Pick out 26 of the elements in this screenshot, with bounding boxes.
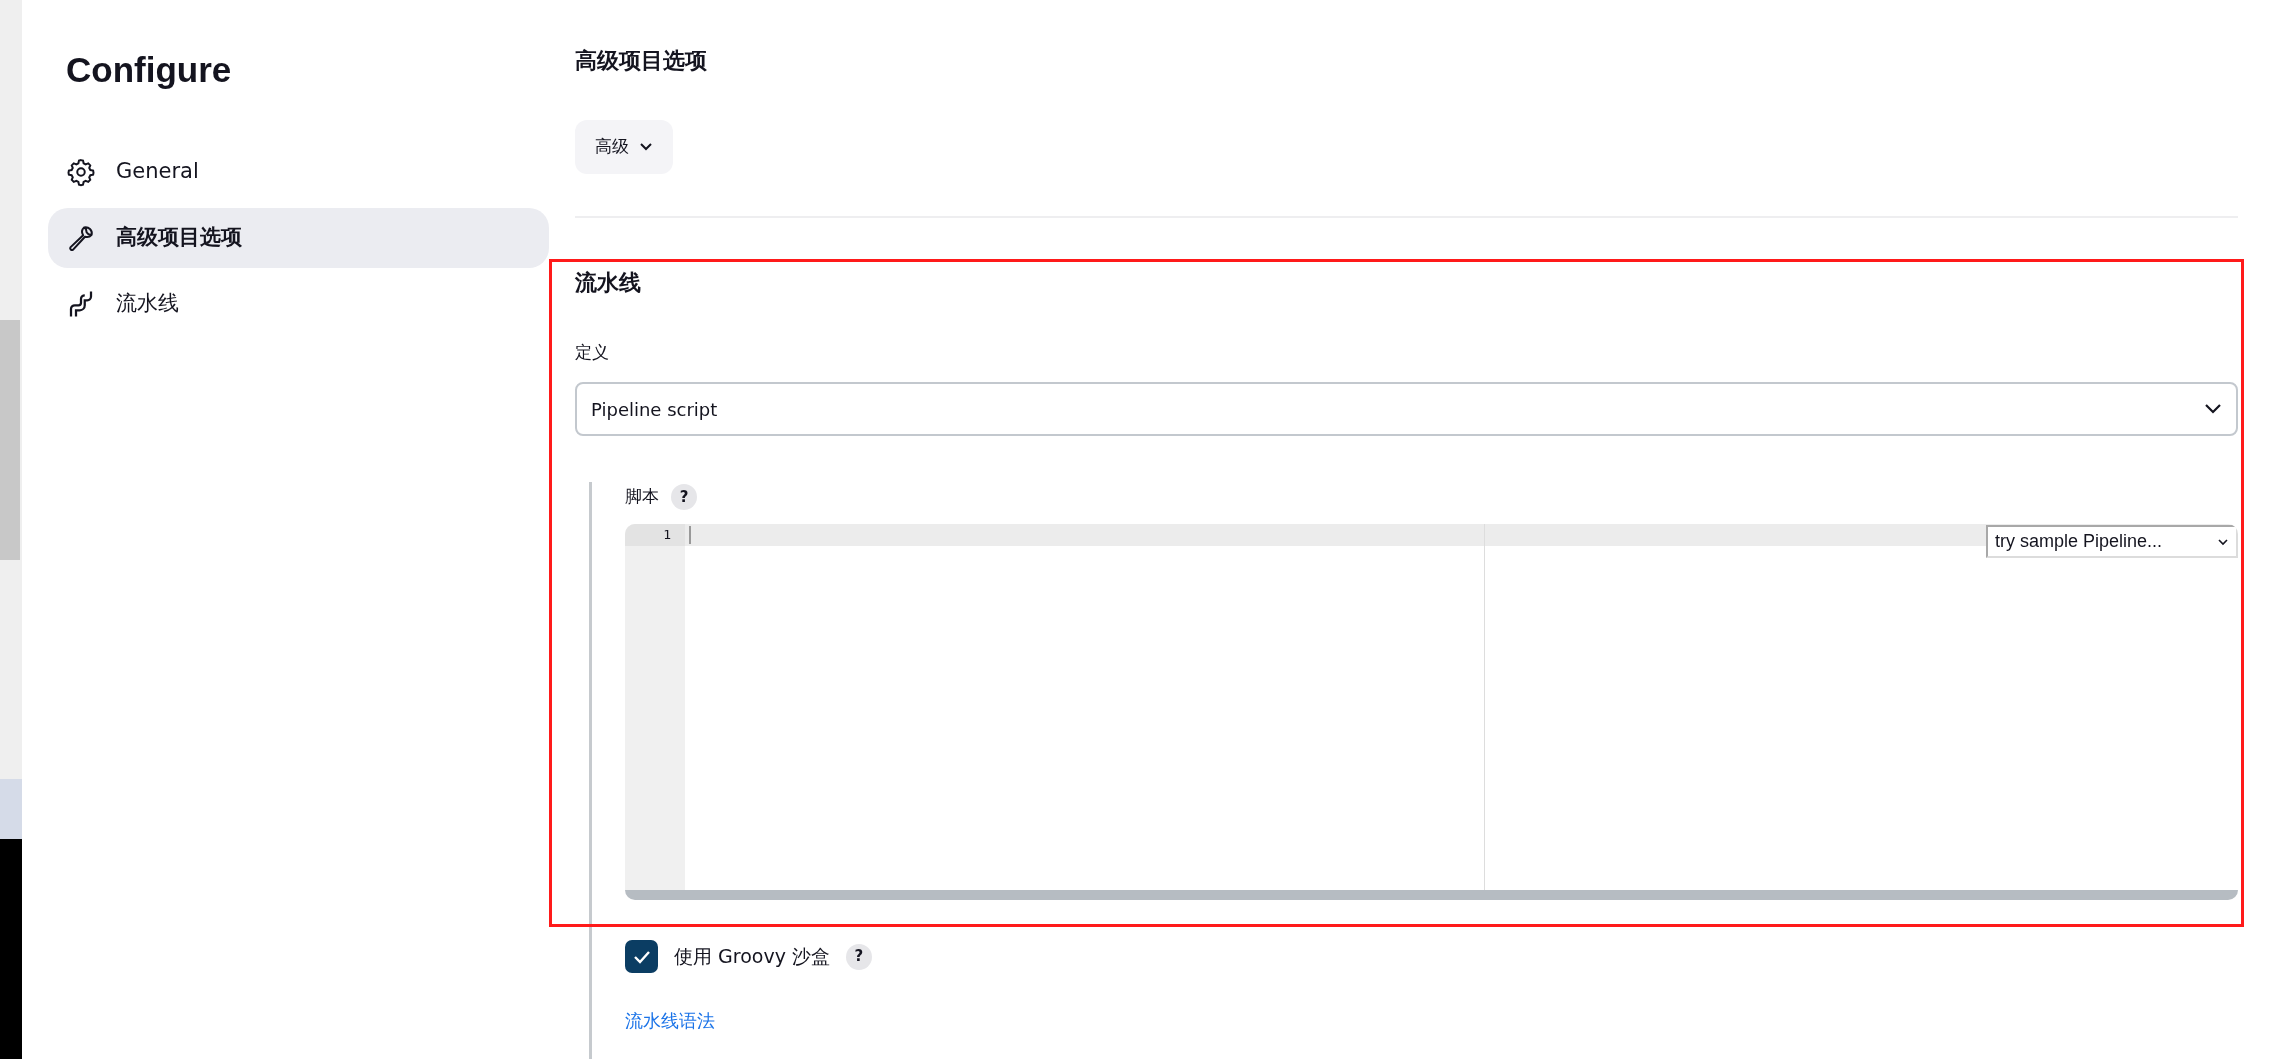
field-label: 定义 [575, 341, 610, 364]
checkbox-label: 使用 Groovy 沙盒 [674, 944, 830, 970]
field-label: 脚本 [625, 485, 659, 509]
advanced-button[interactable]: 高级 [575, 120, 673, 174]
chevron-down-icon [2204, 403, 2222, 415]
help-icon[interactable]: ? [845, 943, 872, 970]
scrollbar-thumb[interactable] [0, 320, 20, 560]
wrench-icon [66, 223, 96, 253]
definition-select[interactable]: Pipeline script [575, 382, 2238, 436]
line-number: 1 [625, 524, 685, 546]
sidebar-item[interactable]: General [48, 142, 549, 202]
syntax-link[interactable]: 流水线语法 [625, 1007, 715, 1034]
chevron-down-icon [639, 142, 653, 152]
sample-dropdown[interactable]: try sample Pipeline... [1986, 525, 2238, 558]
code-editor[interactable]: 1 try sample Pipeline... [625, 524, 2238, 900]
checkbox[interactable] [625, 940, 658, 973]
sidebar-item[interactable]: 高级项目选项 [48, 208, 549, 268]
chevron-down-icon [2217, 537, 2229, 546]
page-title: Configure [65, 49, 233, 91]
sidebar-item[interactable]: 流水线 [48, 274, 549, 334]
section-heading: 高级项目选项 [575, 47, 708, 75]
check-icon [632, 949, 651, 964]
gear-icon [66, 157, 96, 187]
section-heading: 流水线 [575, 269, 642, 297]
help-icon[interactable]: ? [671, 484, 697, 510]
text-cursor [689, 526, 691, 544]
